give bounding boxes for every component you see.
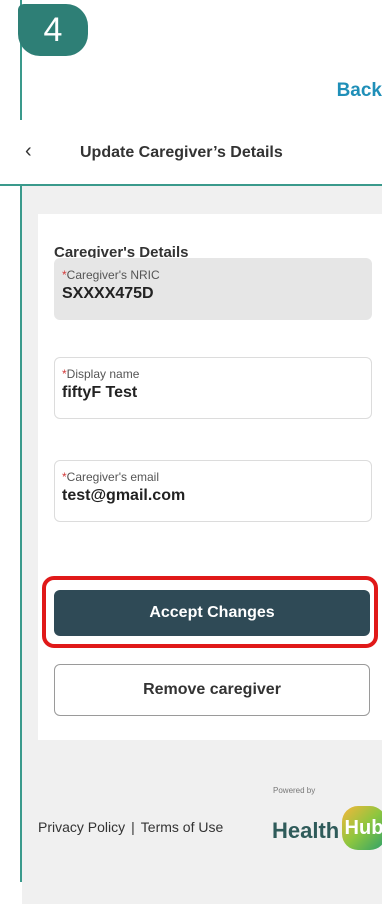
healthhub-logo-text: Health: [272, 818, 340, 843]
field-label: *Caregiver's NRIC: [62, 268, 160, 282]
field-value: SXXXX475D: [62, 285, 154, 302]
step-number-badge: 4: [18, 4, 88, 56]
footer-separator: |: [131, 819, 135, 835]
chevron-left-icon[interactable]: ‹: [25, 140, 32, 163]
display-name-field[interactable]: *Display name fiftyF Test: [54, 357, 372, 419]
terms-of-use-link[interactable]: Terms of Use: [141, 819, 223, 835]
email-field[interactable]: *Caregiver's email test@gmail.com: [54, 460, 372, 522]
healthhub-logo-badge: Hub: [342, 806, 382, 850]
field-value[interactable]: fiftyF Test: [62, 384, 137, 402]
privacy-policy-link[interactable]: Privacy Policy: [38, 819, 125, 835]
powered-by-label: Powered by: [273, 786, 316, 795]
page-title: Update Caregiver’s Details: [80, 144, 283, 161]
nric-field: *Caregiver's NRIC SXXXX475D: [54, 258, 372, 320]
back-link[interactable]: Back: [337, 80, 382, 102]
accept-changes-button[interactable]: Accept Changes: [54, 590, 370, 636]
field-value[interactable]: test@gmail.com: [62, 487, 185, 505]
footer-links: Privacy Policy | Terms of Use: [38, 819, 223, 835]
field-label: *Caregiver's email: [62, 470, 159, 484]
remove-caregiver-button[interactable]: Remove caregiver: [54, 664, 370, 716]
field-label: *Display name: [62, 367, 140, 381]
